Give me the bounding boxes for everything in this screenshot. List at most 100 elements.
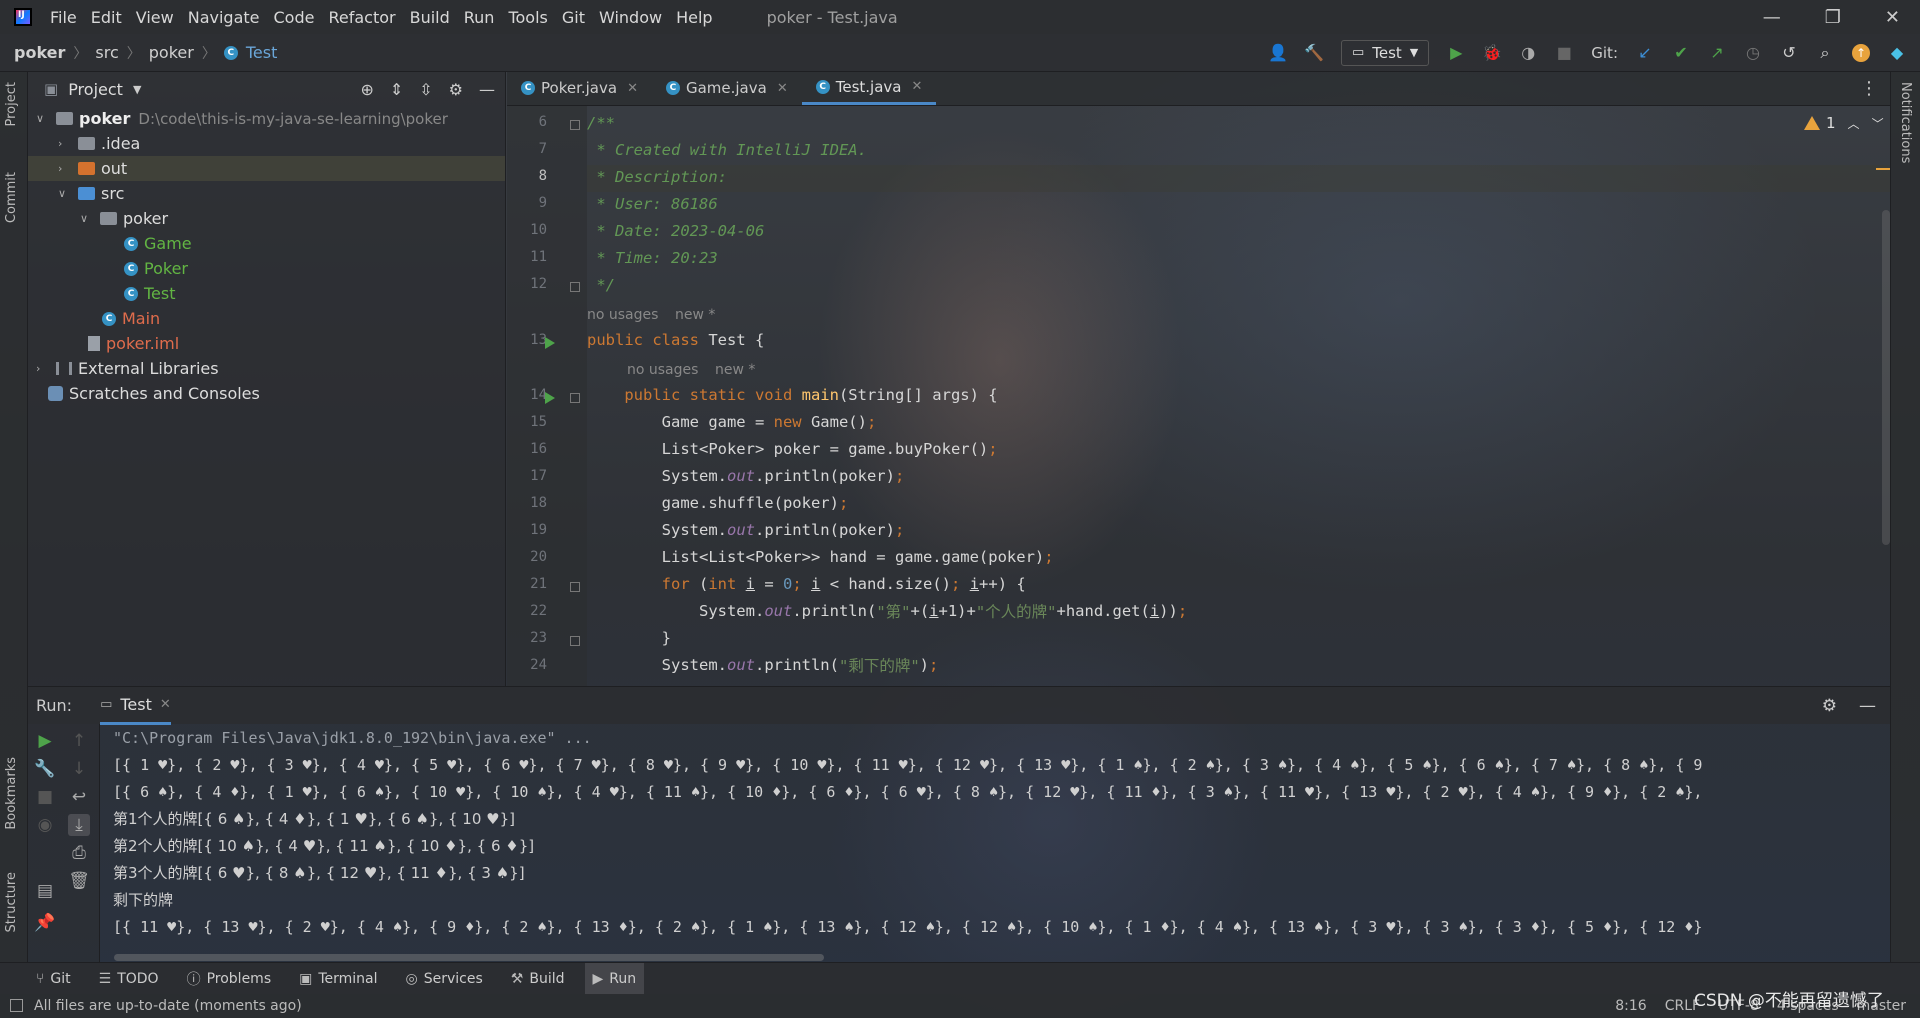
breadcrumb-src[interactable]: src [95, 43, 118, 62]
menu-navigate[interactable]: Navigate [188, 8, 260, 27]
git-update-icon[interactable]: ↙ [1636, 43, 1654, 62]
rollback-icon[interactable]: ↺ [1780, 43, 1798, 62]
chevron-right-icon[interactable]: › [36, 362, 50, 375]
hide-panel-icon[interactable]: — [1859, 696, 1876, 716]
expand-all-icon[interactable]: ⇕ [390, 80, 403, 99]
run-gutter-icon[interactable] [545, 392, 555, 404]
breadcrumb-package[interactable]: poker [149, 43, 194, 62]
console-horizontal-scrollbar[interactable] [114, 954, 824, 961]
collapse-all-icon[interactable]: ⇳ [419, 80, 432, 99]
update-available-icon[interactable]: ↑ [1852, 43, 1870, 62]
chevron-right-icon[interactable]: › [58, 162, 72, 175]
tree-item-main[interactable]: C Main [28, 306, 505, 331]
project-panel-title[interactable]: Project [68, 80, 123, 99]
scroll-up-icon[interactable]: ↑ [68, 730, 90, 752]
history-clock-icon[interactable]: ◷ [1744, 43, 1762, 62]
tree-item-external-libraries[interactable]: › External Libraries [28, 356, 505, 381]
scroll-to-end-icon[interactable]: ⤓ [68, 814, 90, 836]
tree-item-scratches[interactable]: Scratches and Consoles [28, 381, 505, 406]
warnings-indicator[interactable]: 1 ︿ ﹀ [1804, 114, 1884, 132]
run-console-output[interactable]: "C:\Program Files\Java\jdk1.8.0_192\bin\… [100, 724, 1890, 962]
tool-problems[interactable]: ⓘ Problems [179, 963, 280, 995]
close-tab-icon[interactable]: ✕ [160, 697, 171, 712]
bookmarks-tool-button[interactable]: Bookmarks [4, 757, 19, 830]
menu-git[interactable]: Git [562, 8, 585, 27]
git-commit-icon[interactable]: ✔ [1672, 43, 1690, 62]
print-icon[interactable]: ⎙ [68, 842, 90, 864]
tab-test-java[interactable]: C Test.java ✕ [801, 71, 937, 105]
stop-icon[interactable]: ■ [1555, 43, 1573, 62]
tool-terminal[interactable]: ▣ Terminal [291, 963, 385, 995]
project-tool-button[interactable]: Project [4, 82, 19, 126]
tool-git[interactable]: ⑂ Git [28, 963, 79, 995]
menu-refactor[interactable]: Refactor [328, 8, 395, 27]
checkbox-icon[interactable] [10, 999, 23, 1012]
run-icon[interactable]: ▶ [1447, 43, 1465, 62]
run-tab-test[interactable]: ▭ Test ✕ [100, 687, 171, 725]
tool-services[interactable]: ◎ Services [398, 963, 491, 995]
debug-bug-icon[interactable]: 🐞 [1482, 43, 1502, 62]
author-hint[interactable]: new * [675, 307, 715, 323]
usages-hint[interactable]: no usages [587, 307, 658, 323]
chevron-down-icon[interactable]: ∨ [58, 187, 72, 200]
menu-view[interactable]: View [136, 8, 174, 27]
gear-icon[interactable]: ⚙ [449, 80, 463, 99]
tab-game-java[interactable]: C Game.java ✕ [652, 71, 802, 105]
fold-icon[interactable] [570, 582, 580, 592]
breadcrumb-project[interactable]: poker [14, 43, 65, 62]
restore-button[interactable]: ❐ [1825, 7, 1841, 28]
fold-icon[interactable] [570, 636, 580, 646]
gear-icon[interactable]: ⚙ [1822, 696, 1837, 716]
fold-icon[interactable] [570, 282, 580, 292]
notifications-tool-button[interactable]: Notifications [1898, 82, 1913, 163]
caret-position[interactable]: 8:16 [1615, 998, 1646, 1014]
scroll-down-icon[interactable]: ↓ [68, 758, 90, 780]
editor-scrollbar[interactable] [1882, 210, 1890, 545]
menu-build[interactable]: Build [410, 8, 450, 27]
warning-stripe-marker[interactable] [1876, 168, 1890, 170]
chevron-down-icon[interactable]: ∨ [80, 212, 94, 225]
user-icon[interactable]: 👤 [1268, 43, 1288, 62]
hide-panel-icon[interactable]: — [479, 80, 495, 99]
close-tab-icon[interactable]: ✕ [627, 81, 638, 96]
chevron-right-icon[interactable]: › [58, 137, 72, 150]
tree-item-test[interactable]: C Test [28, 281, 505, 306]
chevron-down-icon[interactable]: ▼ [133, 83, 141, 96]
tool-run[interactable]: ▶ Run [584, 962, 645, 995]
structure-tool-button[interactable]: Structure [4, 872, 19, 932]
close-tab-icon[interactable]: ✕ [777, 81, 788, 96]
more-vertical-icon[interactable]: ⋮ [1860, 78, 1878, 99]
tree-item-game[interactable]: C Game [28, 231, 505, 256]
code-editor[interactable]: /** * Created with IntelliJ IDEA. * Desc… [587, 106, 1890, 686]
menu-file[interactable]: File [50, 8, 77, 27]
status-message[interactable]: All files are up-to-date (moments ago) [34, 998, 302, 1014]
tree-item-src[interactable]: ∨ src [28, 181, 505, 206]
git-push-icon[interactable]: ↗ [1708, 43, 1726, 62]
pin-icon[interactable]: 📌 [34, 912, 56, 934]
close-window-button[interactable]: ✕ [1885, 7, 1900, 28]
search-icon[interactable]: ⌕ [1816, 43, 1834, 62]
tree-item-package[interactable]: ∨ poker [28, 206, 505, 231]
tree-item-idea[interactable]: › .idea [28, 131, 505, 156]
rerun-icon[interactable]: ▶ [34, 730, 56, 752]
fold-icon[interactable] [570, 120, 580, 130]
camera-icon[interactable]: ◉ [34, 814, 56, 836]
tree-item-root[interactable]: ∨ poker D:\code\this-is-my-java-se-learn… [28, 106, 505, 131]
tree-item-iml[interactable]: poker.iml [28, 331, 505, 356]
trash-icon[interactable]: 🗑 [68, 870, 90, 892]
chevron-down-icon[interactable]: ∨ [36, 112, 50, 125]
layout-icon[interactable]: ▤ [34, 880, 56, 902]
coverage-icon[interactable]: ◑ [1519, 43, 1537, 62]
commit-tool-button[interactable]: Commit [4, 172, 19, 223]
stop-icon[interactable]: ■ [34, 786, 56, 808]
usages-hint[interactable]: no usages [627, 362, 698, 378]
menu-tools[interactable]: Tools [508, 8, 547, 27]
menu-help[interactable]: Help [676, 8, 712, 27]
build-hammer-icon[interactable]: 🔨 [1304, 43, 1324, 62]
plugin-logo-icon[interactable]: ◆ [1888, 43, 1906, 62]
fold-icon[interactable] [570, 393, 580, 403]
tool-build[interactable]: ⚒ Build [503, 963, 573, 995]
author-hint[interactable]: new * [715, 362, 755, 378]
tab-poker-java[interactable]: C Poker.java ✕ [507, 71, 652, 105]
menu-run[interactable]: Run [464, 8, 495, 27]
